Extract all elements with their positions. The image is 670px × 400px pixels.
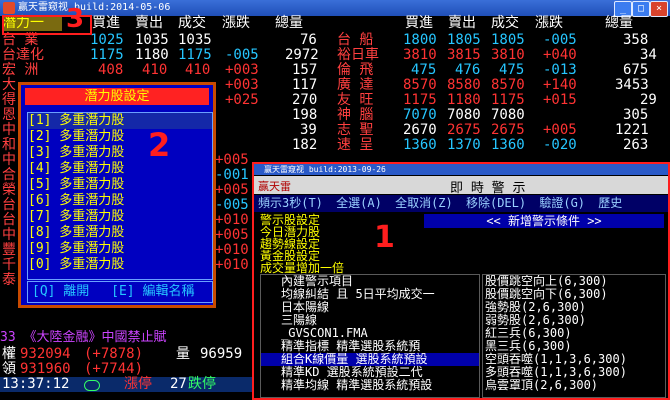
menu-item-0[interactable]: [0] 多重潛力股 xyxy=(28,257,212,273)
header-volume: 總量 xyxy=(275,15,303,31)
header-last: 成交 xyxy=(491,15,519,31)
maximize-button[interactable]: □ xyxy=(632,1,650,17)
table-row[interactable]: 廣 達 8570 8580 8570 +140 3453 xyxy=(335,78,670,93)
news-ticker[interactable]: 33 《大陸金融》中國禁止賦 xyxy=(0,330,258,346)
toolbar-history[interactable]: 歷史 xyxy=(598,196,622,210)
dialog-title: 潛力股設定 xyxy=(84,89,150,104)
limit-down-count: 27 xyxy=(170,376,187,392)
alert-toolbar: 頻示3秒(T) 全選(A) 全取消(Z) 移除(DEL) 驗證(G) 歷史 xyxy=(254,195,668,212)
status-row: 13:37:12 漲停 27 跌停 xyxy=(0,377,258,392)
alert-title-bar: 赢天雷窥视 build:2013-09-26 xyxy=(254,164,668,175)
right-quote-table: 台 船 1800 1805 1805 -005 358 裕日車 3810 3815 3810 +0… xyxy=(335,33,670,153)
dialog-title-bar: 潛力股設定 xyxy=(25,88,209,105)
app-icon xyxy=(3,2,15,14)
clock: 13:37:12 xyxy=(2,376,70,392)
toolbar-remove[interactable]: 移除(DEL) xyxy=(466,196,526,210)
right-quote-header: 買進 賣出 成交 漲跌 總量 xyxy=(335,16,670,32)
table-row[interactable]: 倫 飛 475 476 475 -013 675 xyxy=(335,63,670,78)
alert-pattern-list: 股價跳空向上(6,300) 股價跳空向下(6,300) 強勢股(2,6,300)… xyxy=(482,274,666,398)
index-row: 權 932094 (+7878) 量 96959 xyxy=(2,346,243,362)
table-row[interactable]: 台 業 1025 1035 1035 76 xyxy=(0,33,335,48)
menu-item-4[interactable]: [4] 多重潛力股 xyxy=(28,161,212,177)
table-row[interactable]: 裕日車 3810 3815 3810 +040 34 xyxy=(335,48,670,63)
leave-button[interactable]: [Q] 離開 xyxy=(32,284,89,299)
alert-heading: 即 時 警 示 xyxy=(450,181,526,196)
header-bid: 買進 xyxy=(405,15,433,31)
window-title: 赢天雷窥视 build:2014-05-06 xyxy=(18,2,171,13)
annotation-label-3: 3 xyxy=(66,4,85,34)
alert-header: 赢天雷 即 時 警 示 xyxy=(254,176,668,196)
tree-item[interactable]: 成交量增加一倍 xyxy=(260,262,410,274)
header-volume: 總量 xyxy=(605,15,633,31)
list-item[interactable]: 烏雲罩頂(2,6,300) xyxy=(483,379,665,392)
header-ask: 賣出 xyxy=(448,15,476,31)
toolbar-deselect-all[interactable]: 全取消(Z) xyxy=(395,196,453,210)
index-panel: 權 932094 (+7878) 量 96959 領 931960 (+7744… xyxy=(0,347,258,392)
header-last: 成交 xyxy=(178,15,206,31)
annotation-label-2: 2 xyxy=(148,126,171,164)
alert-brand: 赢天雷 xyxy=(258,180,291,193)
alert-condition-list: 內建警示項目 均線糾結 且 5日平均成交一 日本陽線 三陽線 _GVSCON1.… xyxy=(260,274,480,398)
menu-item-7[interactable]: [7] 多重潛力股 xyxy=(28,209,212,225)
close-button[interactable]: × xyxy=(650,1,668,17)
toolbar-interval[interactable]: 頻示3秒(T) xyxy=(258,196,323,210)
menu-item-9[interactable]: [9] 多重潛力股 xyxy=(28,241,212,257)
menu-item-8[interactable]: [8] 多重潛力股 xyxy=(28,225,212,241)
header-bid: 買進 xyxy=(92,15,120,31)
toolbar-verify[interactable]: 驗證(G) xyxy=(539,196,585,210)
potential-stock-dialog: 潛力股設定 [1] 多重潛力股 [2] 多重潛力股 [3] 多重潛力股 [4] … xyxy=(18,82,216,308)
alert-window: 赢天雷窥视 build:2013-09-26 赢天雷 即 時 警 示 頻示3秒(… xyxy=(252,162,670,400)
annotation-label-1: 1 xyxy=(374,220,395,255)
edit-name-button[interactable]: [E] 編輯名稱 xyxy=(111,284,194,299)
table-row[interactable]: 速 呈 1360 1370 1360 -020 263 xyxy=(335,138,670,153)
toolbar-select-all[interactable]: 全選(A) xyxy=(336,196,382,210)
index-row: 領 931960 (+7744) xyxy=(2,361,144,377)
dialog-menu: [1] 多重潛力股 [2] 多重潛力股 [3] 多重潛力股 [4] 多重潛力股 … xyxy=(27,112,213,280)
header-ask: 賣出 xyxy=(135,15,163,31)
title-bar: 赢天雷窥视 build:2014-05-06 _ □ × xyxy=(0,0,670,17)
table-row[interactable]: 台達化 1175 1180 1175 -005 2972 xyxy=(0,48,335,63)
header-change: 漲跌 xyxy=(222,15,250,31)
menu-item-3[interactable]: [3] 多重潛力股 xyxy=(28,145,212,161)
new-condition-header[interactable]: << 新增警示條件 >> xyxy=(424,214,664,228)
menu-item-6[interactable]: [6] 多重潛力股 xyxy=(28,193,212,209)
menu-item-5[interactable]: [5] 多重潛力股 xyxy=(28,177,212,193)
status-indicator-icon xyxy=(84,380,100,391)
menu-item-2[interactable]: [2] 多重潛力股 xyxy=(28,129,212,145)
table-row[interactable]: 神 腦 7070 7080 7080 305 xyxy=(335,108,670,123)
menu-item-1[interactable]: [1] 多重潛力股 xyxy=(28,113,212,129)
dialog-footer: [Q] 離開 [E] 編輯名稱 xyxy=(27,281,213,303)
table-row[interactable]: 宏 洲 408 410 410 +003 157 xyxy=(0,63,335,78)
limit-up-label: 漲停 xyxy=(124,376,152,392)
list-item[interactable]: 精準均線 精準選股系統預設 xyxy=(261,379,479,392)
table-row[interactable]: 志 聖 2670 2675 2675 +005 1221 xyxy=(335,123,670,138)
table-row[interactable]: 友 旺 1175 1180 1175 +015 29 xyxy=(335,93,670,108)
header-change: 漲跌 xyxy=(535,15,563,31)
table-row[interactable]: 台 船 1800 1805 1805 -005 358 xyxy=(335,33,670,48)
limit-down-label: 跌停 xyxy=(188,376,216,392)
